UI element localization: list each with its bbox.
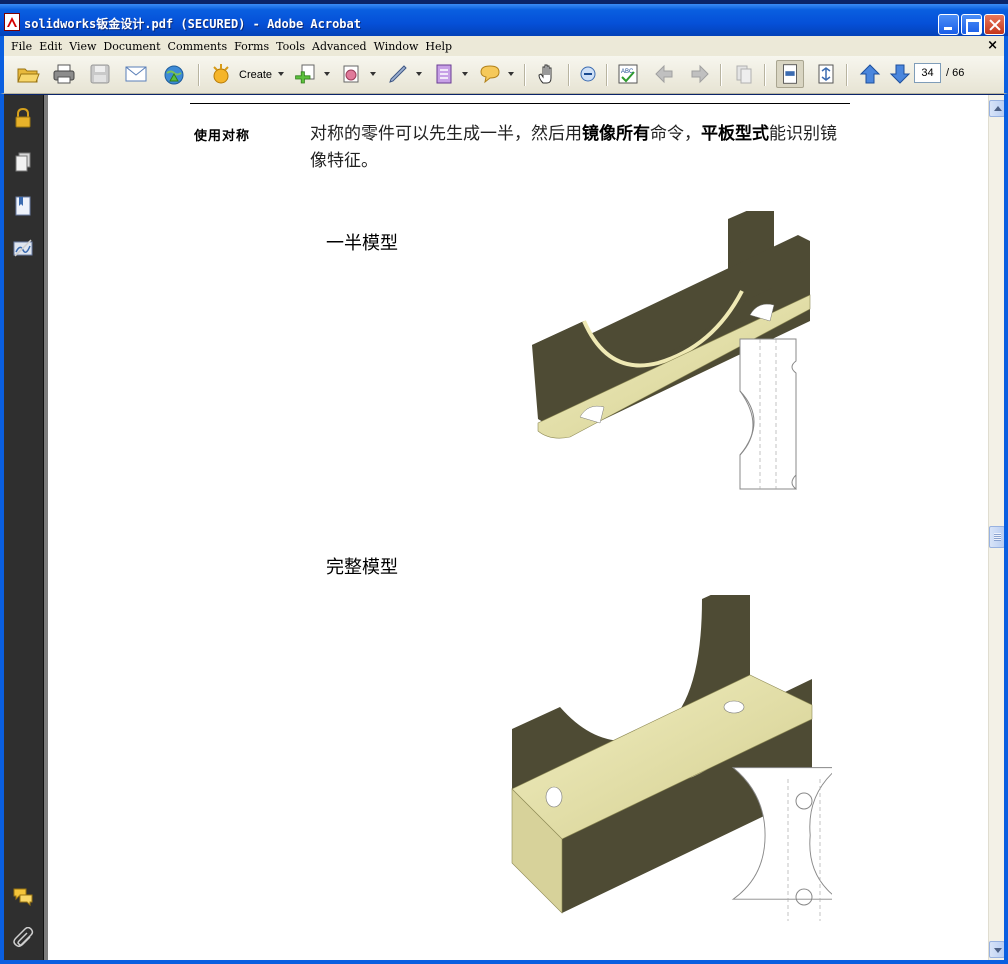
attachments-paperclip-icon[interactable]: [12, 927, 34, 949]
zoom-out-icon[interactable]: [576, 63, 600, 85]
previous-page-icon[interactable]: [858, 63, 882, 85]
create-button[interactable]: Create: [239, 69, 272, 81]
menu-view[interactable]: View: [66, 40, 100, 53]
menu-comments[interactable]: Comments: [165, 40, 232, 53]
body-text-bold-flat-pattern: 平板型式: [701, 124, 769, 144]
forms-icon[interactable]: [432, 63, 456, 85]
maximize-icon: [962, 15, 981, 34]
acrobat-pdf-icon[interactable]: [4, 13, 20, 31]
menu-edit[interactable]: Edit: [36, 40, 66, 53]
bookmarks-icon[interactable]: [12, 195, 34, 217]
pages-icon[interactable]: [12, 151, 34, 173]
single-page-icon[interactable]: [732, 63, 756, 85]
toolbar-separator: [764, 64, 766, 86]
close-button[interactable]: [984, 14, 1005, 35]
full-model-figure: [511, 595, 832, 921]
previous-view-icon[interactable]: [652, 63, 676, 85]
scroll-thumb[interactable]: [989, 526, 1005, 548]
half-model-figure: [532, 211, 811, 491]
section-side-label: 使用对称: [194, 129, 251, 144]
toolbar-separator: [846, 64, 848, 86]
review-comment-icon[interactable]: [478, 63, 502, 85]
heading-full-model: 完整模型: [326, 557, 398, 578]
next-page-icon[interactable]: [888, 63, 912, 85]
body-paragraph: 对称的零件可以先生成一半，然后用镜像所有命令，平板型式能识别镜像特征。: [310, 121, 850, 175]
open-folder-icon[interactable]: [16, 63, 40, 85]
spell-check-icon[interactable]: ABC: [616, 63, 640, 85]
title-bar: solidworks钣金设计.pdf (SECURED) - Adobe Acr…: [0, 0, 1008, 36]
comments-panel-icon[interactable]: [12, 885, 34, 907]
create-pdf-icon[interactable]: [210, 63, 234, 85]
sign-dropdown-icon[interactable]: [416, 72, 422, 76]
menu-window[interactable]: Window: [371, 40, 423, 53]
export-icon[interactable]: [340, 63, 364, 85]
body-text-mid: 命令，: [650, 124, 701, 144]
toolbar: Create ABC: [0, 56, 1008, 94]
document-close-button[interactable]: ×: [987, 38, 998, 53]
next-view-icon[interactable]: [688, 63, 712, 85]
toolbar-separator: [524, 64, 526, 86]
menu-file[interactable]: File: [8, 40, 36, 53]
toolbar-separator: [606, 64, 608, 86]
menu-help[interactable]: Help: [422, 40, 456, 53]
page-number-input[interactable]: 34: [914, 63, 941, 83]
forms-dropdown-icon[interactable]: [462, 72, 468, 76]
toolbar-separator: [568, 64, 570, 86]
menu-document[interactable]: Document: [100, 40, 164, 53]
minimize-icon: [939, 15, 958, 34]
menu-tools[interactable]: Tools: [273, 40, 309, 53]
signatures-icon[interactable]: [12, 237, 34, 259]
security-lock-icon[interactable]: [12, 107, 34, 129]
document-view[interactable]: 使用对称 对称的零件可以先生成一半，然后用镜像所有命令，平板型式能识别镜像特征。…: [44, 95, 988, 960]
save-icon[interactable]: [88, 63, 112, 85]
fit-page-icon[interactable]: [814, 63, 838, 85]
body-text-bold-mirror-all: 镜像所有: [582, 124, 650, 144]
window-title: solidworks钣金设计.pdf (SECURED) - Adobe Acr…: [24, 17, 361, 31]
fit-width-icon[interactable]: [776, 60, 804, 88]
create-dropdown-icon[interactable]: [278, 72, 284, 76]
upload-globe-icon[interactable]: [162, 63, 186, 85]
menu-advanced[interactable]: Advanced: [309, 40, 371, 53]
window-border-bottom: [0, 960, 1008, 964]
window-border-left: [0, 94, 4, 964]
navigation-panel: [4, 95, 44, 960]
review-dropdown-icon[interactable]: [508, 72, 514, 76]
combine-dropdown-icon[interactable]: [324, 72, 330, 76]
scroll-down-button[interactable]: [989, 941, 1005, 958]
scroll-up-button[interactable]: [989, 100, 1005, 117]
page-count: / 66: [946, 67, 965, 79]
menu-bar: File Edit View Document Comments Forms T…: [0, 36, 1008, 56]
close-icon: [985, 15, 1004, 34]
header-rule: [190, 103, 850, 104]
combine-files-icon[interactable]: [294, 63, 318, 85]
toolbar-separator: [198, 64, 200, 86]
pdf-page: 使用对称 对称的零件可以先生成一半，然后用镜像所有命令，平板型式能识别镜像特征。…: [48, 95, 988, 960]
menu-forms[interactable]: Forms: [231, 40, 273, 53]
hand-tool-icon[interactable]: [536, 63, 560, 85]
email-icon[interactable]: [124, 63, 148, 85]
window-border-right: [1004, 94, 1008, 964]
maximize-button[interactable]: [961, 14, 982, 35]
toolbar-separator: [720, 64, 722, 86]
print-icon[interactable]: [52, 63, 76, 85]
half-flat-pattern: [739, 338, 797, 491]
sign-pen-icon[interactable]: [386, 63, 410, 85]
vertical-scrollbar[interactable]: [988, 95, 1005, 960]
minimize-button[interactable]: [938, 14, 959, 35]
heading-half-model: 一半模型: [326, 233, 398, 254]
export-dropdown-icon[interactable]: [370, 72, 376, 76]
body-text-prefix: 对称的零件可以先生成一半，然后用: [310, 124, 582, 144]
